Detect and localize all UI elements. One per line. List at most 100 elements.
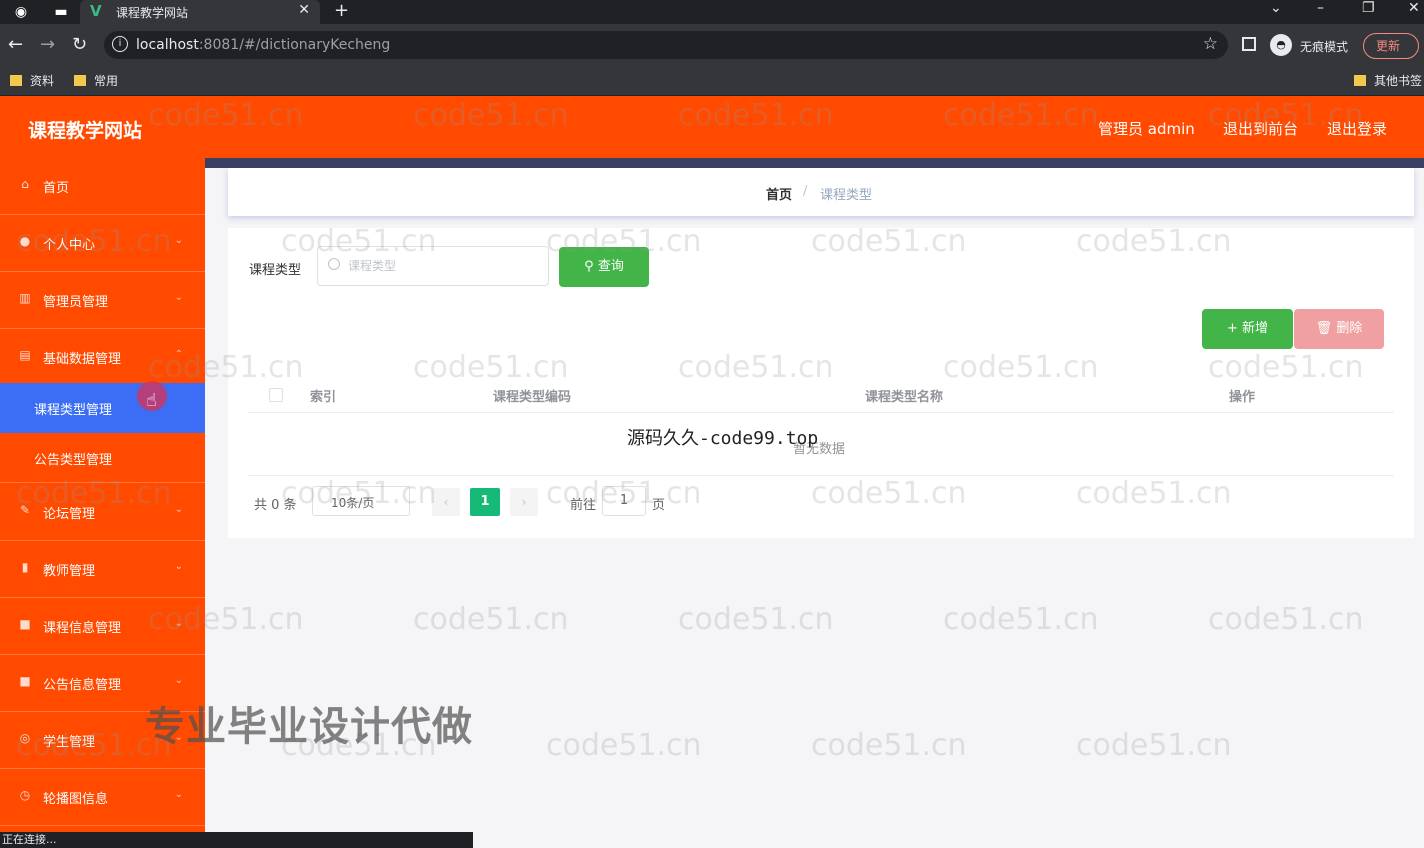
browser-status-bar: 正在连接... [0, 832, 473, 848]
sidebar-item-label: 课程信息管理 [43, 621, 122, 636]
logout-link[interactable]: 退出登录 [1327, 118, 1387, 139]
tab-list-icon[interactable]: ⌄ [1270, 0, 1282, 16]
bookmark-folder-2[interactable]: 常用 [74, 72, 118, 89]
submenu-notice-type[interactable]: 公告类型管理 [0, 433, 205, 483]
course-type-search-field[interactable] [317, 246, 549, 286]
sidebar-item-home[interactable]: ⌂ 首页 [0, 158, 205, 215]
column-header-code: 课程类型编码 [493, 390, 572, 405]
folder-icon [10, 75, 22, 86]
watermark: code51.cn [1208, 602, 1364, 637]
close-tab-icon[interactable]: ✕ [298, 2, 310, 18]
sidebar-item-label: 轮播图信息 [43, 792, 109, 807]
query-button[interactable]: ⚲ 查询 [559, 247, 649, 287]
bookmarks-bar: 资料 常用 其他书签 [0, 66, 1424, 96]
app-title: 课程教学网站 [28, 120, 143, 142]
course-type-search-input[interactable] [348, 256, 538, 276]
prev-page-icon[interactable]: ‹ [432, 488, 460, 516]
plus-icon: + [1226, 321, 1242, 336]
sidebar-item-teacher[interactable]: ▮ 教师管理 ⌄ [0, 541, 205, 598]
site-info-icon[interactable]: i [112, 36, 128, 52]
search-icon: ⚲ [584, 259, 598, 274]
forum-icon: ✎ [19, 503, 31, 517]
delete-button[interactable]: 🗑 删除 [1294, 309, 1384, 349]
chevron-down-icon: ⌄ [174, 789, 183, 800]
breadcrumb-home[interactable]: 首页 [766, 184, 792, 203]
sidebar-item-label: 个人中心 [43, 238, 96, 253]
other-bookmarks[interactable]: 其他书签 [1354, 72, 1422, 89]
filter-label: 课程类型 [249, 263, 302, 278]
carousel-icon: ◷ [19, 788, 31, 802]
sidebar-item-label: 管理员管理 [43, 295, 109, 310]
table-empty-row: 暂无数据 [248, 412, 1394, 476]
side-panel-icon[interactable] [1242, 37, 1256, 51]
next-page-icon[interactable]: › [510, 488, 538, 516]
new-tab-icon[interactable]: + [334, 0, 349, 21]
sidebar-item-label: 首页 [43, 181, 70, 196]
page-size-select[interactable]: 10条/页 [312, 486, 410, 516]
tab-search-icon[interactable]: ▬ [52, 3, 70, 21]
sidebar-item-profile[interactable]: ● 个人中心 ⌄ [0, 215, 205, 272]
browser-toolbar: ← → ↻ i localhost:8081/#/dictionaryKeche… [0, 24, 1424, 66]
watermark: code51.cn [678, 602, 834, 637]
chevron-down-icon: ⌄ [174, 618, 183, 629]
incognito-icon[interactable]: ◓ [1270, 34, 1292, 56]
page-unit-label: 页 [652, 498, 666, 513]
column-header-index: 索引 [310, 390, 337, 405]
watermark: code51.cn [413, 602, 569, 637]
header-divider [0, 158, 1424, 168]
tab-title: 课程教学网站 [116, 6, 189, 20]
admin-icon: ▥ [19, 291, 31, 305]
sidebar-item-carousel[interactable]: ◷ 轮播图信息 ⌄ [0, 769, 205, 826]
select-all-checkbox[interactable] [269, 388, 283, 402]
folder-icon [1354, 75, 1366, 86]
goto-page-input[interactable]: 1 [602, 486, 646, 516]
restore-icon[interactable]: ❐ [1362, 0, 1375, 16]
chevron-down-icon: ⌄ [174, 504, 183, 515]
search-icon [328, 258, 340, 270]
reload-icon[interactable]: ↻ [72, 34, 87, 55]
page-number-current[interactable]: 1 [470, 488, 500, 516]
watermark: code51.cn [546, 728, 702, 763]
sidebar-item-basic-data[interactable]: ▤ 基础数据管理 ⌃ [0, 329, 205, 386]
globe-icon[interactable]: ◉ [12, 3, 30, 21]
minimize-icon[interactable]: – [1317, 0, 1324, 16]
incognito-label: 无痕模式 [1300, 40, 1349, 54]
update-button[interactable]: 更新 [1363, 33, 1419, 59]
sidebar-item-label: 教师管理 [43, 564, 96, 579]
back-to-front-link[interactable]: 退出到前台 [1223, 118, 1298, 139]
browser-tab-active[interactable]: V 课程教学网站 ✕ [80, 0, 320, 24]
bookmark-star-icon[interactable]: ☆ [1203, 34, 1218, 54]
sidebar-item-forum[interactable]: ✎ 论坛管理 ⌄ [0, 484, 205, 541]
breadcrumb-separator: / [803, 184, 808, 199]
submenu-course-type[interactable]: 课程类型管理 [0, 383, 205, 433]
bookmark-folder-1[interactable]: 资料 [10, 72, 54, 89]
watermark-source-site: 源码久久-code99.top [627, 428, 819, 449]
sidebar-item-label: 基础数据管理 [43, 352, 122, 367]
address-bar[interactable]: i localhost:8081/#/dictionaryKecheng ☆ [104, 31, 1228, 59]
home-icon: ⌂ [21, 177, 29, 191]
chart-icon: ▮ [21, 560, 29, 574]
chevron-down-icon: ⌄ [174, 292, 183, 303]
trash-icon: 🗑 [1315, 321, 1337, 336]
data-icon: ▤ [19, 348, 31, 362]
hand-cursor-icon: ☝ [146, 390, 157, 411]
close-window-icon[interactable]: ✕ [1408, 0, 1420, 16]
chevron-down-icon: ⌄ [174, 235, 183, 246]
back-icon[interactable]: ← [8, 34, 23, 55]
app-header: 课程教学网站 管理员 admin 退出到前台 退出登录 [0, 96, 1424, 158]
table-header: 索引 课程类型编码 课程类型名称 操作 [248, 378, 1394, 412]
pagination-total: 共 0 条 [254, 498, 297, 513]
chevron-down-icon: ⌄ [174, 561, 183, 572]
column-header-name: 课程类型名称 [865, 390, 944, 405]
student-icon: ◎ [19, 731, 31, 745]
content-card: 课程类型 ⚲ 查询 + 新增 🗑 删除 索引 课程类型编码 课程类型名称 操作 … [228, 228, 1414, 538]
sidebar-item-admin[interactable]: ▥ 管理员管理 ⌄ [0, 272, 205, 329]
submenu-label: 课程类型管理 [34, 403, 113, 418]
sidebar-item-course[interactable]: ■ 课程信息管理 ⌄ [0, 598, 205, 655]
user-icon: ● [19, 234, 31, 248]
pagination: 共 0 条 10条/页 ‹ 1 › 前往 1 页 [252, 486, 752, 518]
chevron-down-icon: ⌄ [174, 675, 183, 686]
forward-icon[interactable]: → [40, 34, 55, 55]
add-button[interactable]: + 新增 [1202, 309, 1293, 349]
sidebar-item-label: 学生管理 [43, 735, 96, 750]
